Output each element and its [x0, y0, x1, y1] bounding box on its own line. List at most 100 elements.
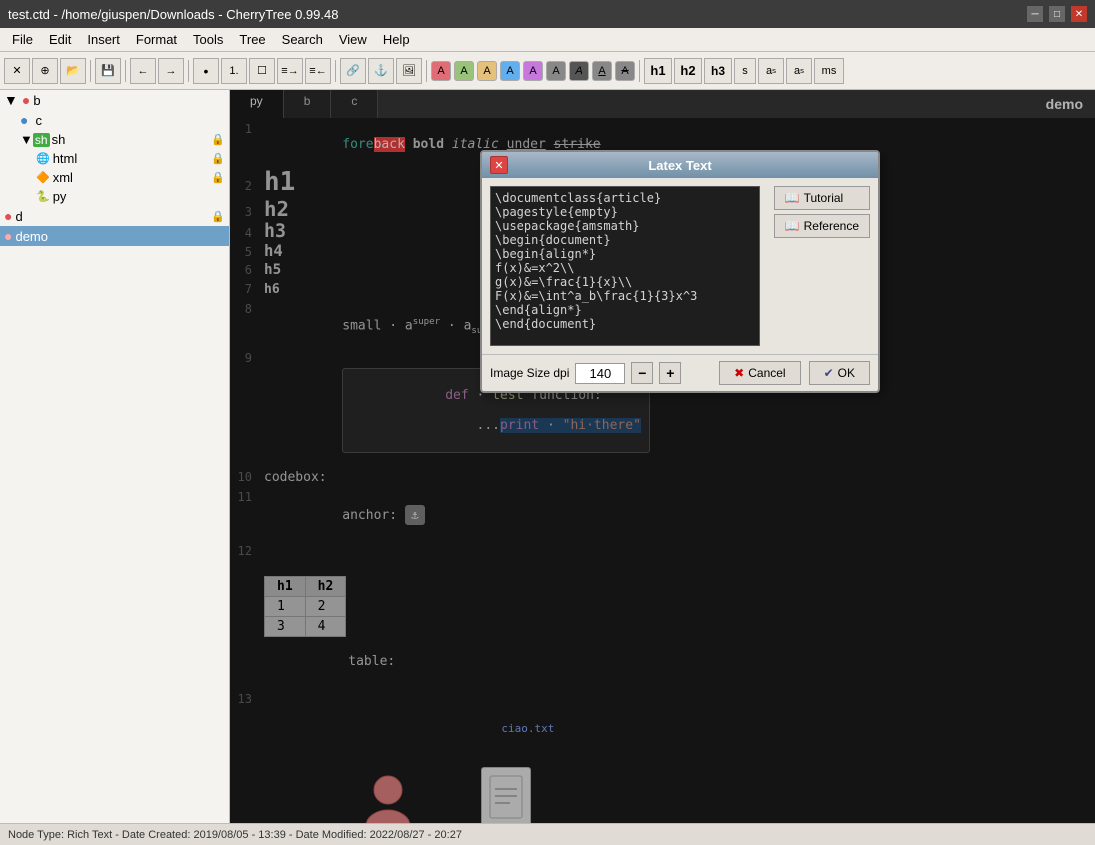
lock-icon-html: 🔒 — [211, 152, 225, 165]
color-btn-3[interactable]: A — [477, 61, 497, 81]
dialog-close-button[interactable]: ✕ — [490, 156, 508, 174]
toolbar-save[interactable]: 💾 — [95, 58, 121, 84]
sidebar-item-demo[interactable]: ● demo — [0, 226, 229, 246]
cancel-button[interactable]: ✖ Cancel — [719, 361, 800, 385]
ok-icon: ✔ — [824, 366, 834, 380]
sidebar-item-html[interactable]: 🌐 html 🔒 — [0, 149, 229, 168]
toolbar-sep2 — [125, 60, 126, 82]
color-btn-5[interactable]: A — [523, 61, 543, 81]
tutorial-label: Tutorial — [804, 191, 844, 205]
toolbar-unindent[interactable]: ≡← — [305, 58, 331, 84]
latex-code-editor[interactable]: <span class="latex-kw">\documentclass</s… — [490, 186, 760, 346]
sidebar: ▼ ● b ● c ▼ sh sh 🔒 🌐 html 🔒 🔶 xml 🔒 — [0, 90, 230, 823]
tutorial-button[interactable]: 📖 Tutorial — [774, 186, 870, 210]
tutorial-icon: 📖 — [785, 191, 800, 205]
statusbar: Node Type: Rich Text - Date Created: 201… — [0, 823, 1095, 845]
node-icon-c: ● — [20, 112, 28, 128]
dpi-decrease-button[interactable]: − — [631, 362, 653, 384]
menu-tools[interactable]: Tools — [185, 30, 231, 49]
menu-search[interactable]: Search — [274, 30, 331, 49]
dialog-action-buttons: ✖ Cancel ✔ OK — [719, 361, 870, 385]
maximize-button[interactable]: □ — [1049, 6, 1065, 22]
dpi-control: Image Size dpi − + — [490, 362, 681, 384]
sub-btn[interactable]: as — [786, 58, 812, 84]
toolbar-redo[interactable]: → — [158, 58, 184, 84]
node-label-b: b — [33, 93, 40, 108]
node-label-py: py — [53, 189, 67, 204]
toolbar: ✕ ⊕ 📂 💾 ← → • 1. ☐ ≡→ ≡← 🔗 ⚓ 🖼 A A A A A… — [0, 52, 1095, 90]
cancel-label: Cancel — [748, 366, 785, 380]
sidebar-item-c[interactable]: ● c — [0, 110, 229, 130]
dpi-input[interactable] — [575, 363, 625, 384]
toolbar-close[interactable]: ✕ — [4, 58, 30, 84]
toolbar-todo[interactable]: ☐ — [249, 58, 275, 84]
menu-insert[interactable]: Insert — [79, 30, 128, 49]
menu-tree[interactable]: Tree — [231, 30, 273, 49]
menu-view[interactable]: View — [331, 30, 375, 49]
dialog-title: Latex Text — [648, 158, 711, 173]
node-label-sh: sh — [52, 132, 66, 147]
toolbar-indent[interactable]: ≡→ — [277, 58, 303, 84]
lock-icon-sh: 🔒 — [211, 133, 225, 146]
toolbar-sep5 — [426, 60, 427, 82]
toolbar-undo[interactable]: ← — [130, 58, 156, 84]
sidebar-item-sh[interactable]: ▼ sh sh 🔒 — [0, 130, 229, 149]
dpi-increase-button[interactable]: + — [659, 362, 681, 384]
toolbar-sep4 — [335, 60, 336, 82]
toolbar-bullet[interactable]: • — [193, 58, 219, 84]
sup-btn[interactable]: as — [758, 58, 784, 84]
color-btn-6[interactable]: A — [546, 61, 566, 81]
color-btn-1[interactable]: A — [431, 61, 451, 81]
toolbar-open[interactable]: 📂 — [60, 58, 86, 84]
color-btn-8[interactable]: A — [592, 61, 612, 81]
dialog-side-buttons: 📖 Tutorial 📖 Reference — [774, 186, 870, 346]
toolbar-new[interactable]: ⊕ — [32, 58, 58, 84]
node-label-d: d — [15, 209, 22, 224]
toolbar-sep3 — [188, 60, 189, 82]
dialog-titlebar: ✕ Latex Text — [482, 152, 878, 178]
reference-label: Reference — [804, 219, 859, 233]
sidebar-item-d[interactable]: ● d 🔒 — [0, 206, 229, 226]
sidebar-item-xml[interactable]: 🔶 xml 🔒 — [0, 168, 229, 187]
statusbar-text: Node Type: Rich Text - Date Created: 201… — [8, 829, 462, 841]
toolbar-link2[interactable]: ⚓ — [368, 58, 394, 84]
toolbar-img[interactable]: 🖼 — [396, 58, 422, 84]
toolbar-num[interactable]: 1. — [221, 58, 247, 84]
toolbar-sep1 — [90, 60, 91, 82]
ok-button[interactable]: ✔ OK — [809, 361, 870, 385]
menu-edit[interactable]: Edit — [41, 30, 79, 49]
s-btn[interactable]: s — [734, 58, 756, 84]
dialog-footer: Image Size dpi − + ✖ Cancel ✔ OK — [482, 354, 878, 391]
ms-btn[interactable]: ms — [814, 58, 844, 84]
ok-label: OK — [838, 366, 855, 380]
h1-btn[interactable]: h1 — [644, 58, 672, 84]
color-btn-4[interactable]: A — [500, 61, 520, 81]
titlebar: test.ctd - /home/giuspen/Downloads - Che… — [0, 0, 1095, 28]
toolbar-link[interactable]: 🔗 — [340, 58, 366, 84]
minimize-button[interactable]: ─ — [1027, 6, 1043, 22]
latex-dialog: ✕ Latex Text <span class="latex-kw">\doc… — [480, 150, 880, 393]
close-button[interactable]: ✕ — [1071, 6, 1087, 22]
node-label-c: c — [35, 113, 42, 128]
node-label-html: html — [53, 151, 78, 166]
menu-format[interactable]: Format — [128, 30, 185, 49]
sidebar-item-py[interactable]: 🐍 py — [0, 187, 229, 206]
lock-icon-xml: 🔒 — [211, 171, 225, 184]
dialog-content-row: <span class="latex-kw">\documentclass</s… — [490, 186, 870, 346]
menu-file[interactable]: File — [4, 30, 41, 49]
lock-icon-d: 🔒 — [211, 210, 225, 223]
reference-button[interactable]: 📖 Reference — [774, 214, 870, 238]
color-btn-2[interactable]: A — [454, 61, 474, 81]
color-btn-7[interactable]: A — [569, 61, 589, 81]
color-btn-9[interactable]: A — [615, 61, 635, 81]
node-label-demo: demo — [15, 229, 48, 244]
menu-help[interactable]: Help — [375, 30, 418, 49]
menubar: File Edit Insert Format Tools Tree Searc… — [0, 28, 1095, 52]
h2-btn[interactable]: h2 — [674, 58, 702, 84]
sidebar-item-b[interactable]: ▼ ● b — [0, 90, 229, 110]
tree-expand-b: ▼ — [4, 92, 18, 108]
h3-btn[interactable]: h3 — [704, 58, 732, 84]
window-buttons: ─ □ ✕ — [1027, 6, 1087, 22]
reference-icon: 📖 — [785, 219, 800, 233]
node-icon-b: ● — [22, 92, 30, 108]
